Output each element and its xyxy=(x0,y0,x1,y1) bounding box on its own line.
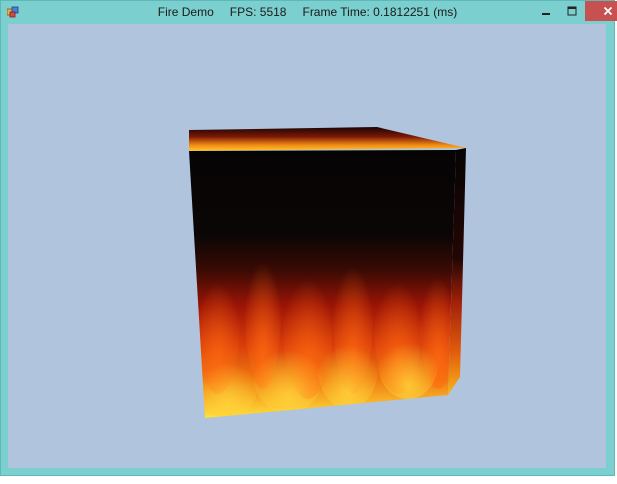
cube-top-face xyxy=(189,127,466,151)
fps-readout: FPS: 5518 xyxy=(229,5,287,19)
close-button[interactable] xyxy=(585,1,617,21)
window-title: Fire Demo FPS: 5518 Frame Time: 0.1812251 … xyxy=(1,5,614,19)
render-viewport[interactable] xyxy=(8,24,606,468)
close-icon xyxy=(603,6,612,16)
minimize-icon xyxy=(542,13,550,15)
frame-time-readout: Frame Time: 0.1812251 (ms) xyxy=(302,5,458,19)
app-window: Fire Demo FPS: 5518 Frame Time: 0.1812251 … xyxy=(0,0,617,476)
title-label: Fire Demo xyxy=(157,5,214,19)
minimize-button[interactable] xyxy=(533,1,559,21)
maximize-button[interactable] xyxy=(559,1,585,21)
maximize-icon xyxy=(567,6,577,16)
title-bar[interactable]: Fire Demo FPS: 5518 Frame Time: 0.1812251 … xyxy=(1,1,617,24)
fire-cube xyxy=(189,127,466,418)
